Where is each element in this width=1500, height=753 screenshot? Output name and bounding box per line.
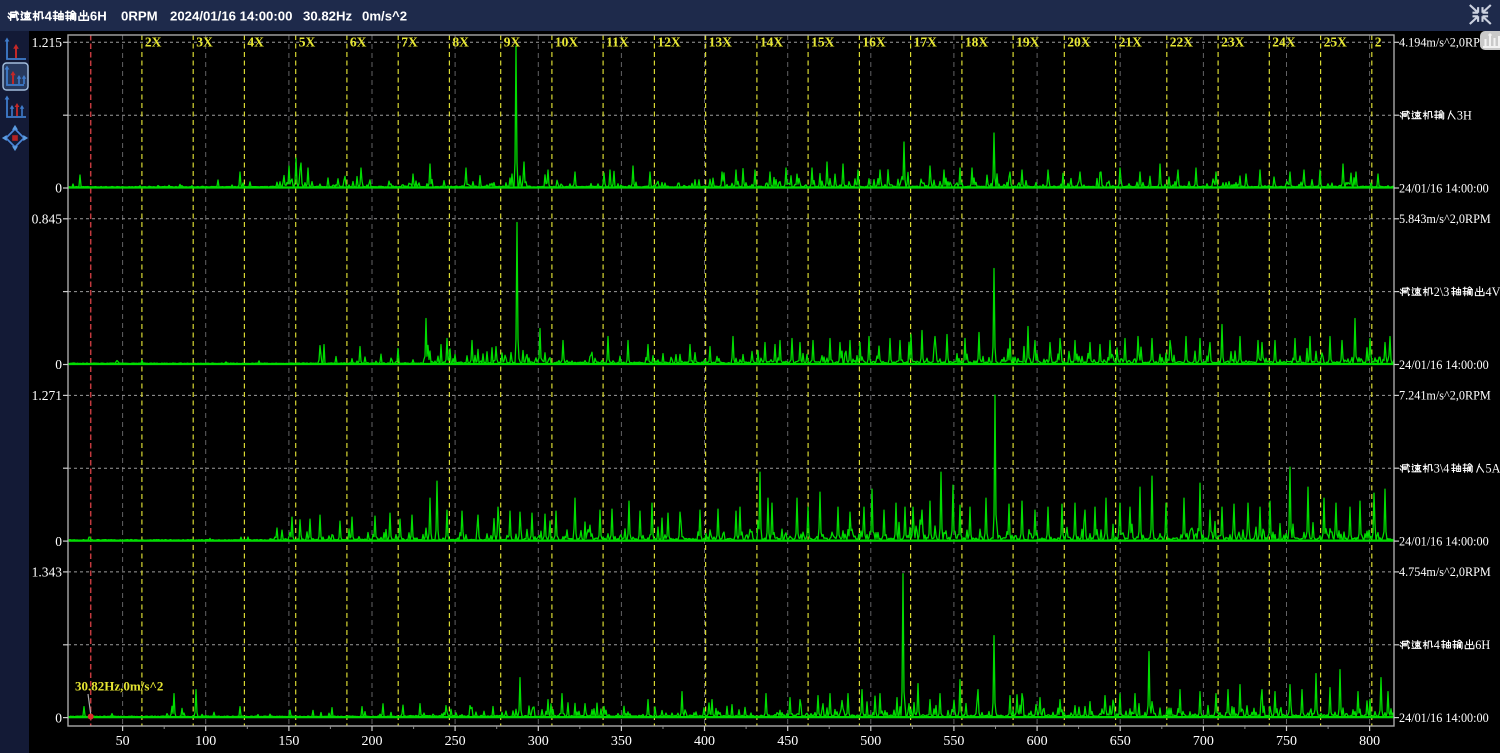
- svg-text:2X: 2X: [145, 35, 162, 50]
- svg-text:24/01/16 14:00:00: 24/01/16 14:00:00: [1399, 711, 1489, 725]
- svg-text:6H: 6H: [90, 9, 107, 24]
- svg-text:14X: 14X: [760, 35, 784, 50]
- svg-text:250: 250: [445, 734, 466, 749]
- svg-text:22X: 22X: [1170, 35, 1194, 50]
- svg-text:24/01/16 14:00:00: 24/01/16 14:00:00: [1399, 534, 1489, 548]
- svg-text:150: 150: [278, 734, 299, 749]
- svg-text:21X: 21X: [1119, 35, 1143, 50]
- svg-text:450: 450: [777, 734, 798, 749]
- svg-text:5.843m/s^2,0RPM: 5.843m/s^2,0RPM: [1399, 212, 1491, 226]
- svg-text:23X: 23X: [1221, 35, 1245, 50]
- svg-text:700: 700: [1193, 734, 1214, 749]
- svg-text:18X: 18X: [965, 35, 989, 50]
- svg-text:0RPM: 0RPM: [121, 9, 158, 24]
- svg-text:5X: 5X: [299, 35, 316, 50]
- svg-text:4.194m/s^2,0RPM: 4.194m/s^2,0RPM: [1399, 36, 1491, 50]
- svg-text:12X: 12X: [657, 35, 681, 50]
- svg-text:1.215: 1.215: [32, 35, 63, 50]
- svg-text:4: 4: [45, 9, 53, 24]
- svg-text:4.754m/s^2,0RPM: 4.754m/s^2,0RPM: [1399, 565, 1491, 579]
- svg-text:24X: 24X: [1272, 35, 1296, 50]
- svg-text:500: 500: [860, 734, 881, 749]
- svg-text:600: 600: [1027, 734, 1048, 749]
- svg-text:24/01/16 14:00:00: 24/01/16 14:00:00: [1399, 358, 1489, 372]
- svg-text:5A: 5A: [1486, 462, 1500, 476]
- svg-text:0.845: 0.845: [32, 212, 63, 227]
- svg-text:350: 350: [611, 734, 632, 749]
- svg-text:0m/s^2: 0m/s^2: [362, 9, 407, 24]
- svg-text:7X: 7X: [401, 35, 418, 50]
- svg-text:6X: 6X: [350, 35, 367, 50]
- svg-text:200: 200: [362, 734, 383, 749]
- svg-text:750: 750: [1276, 734, 1297, 749]
- svg-text:6H: 6H: [1475, 638, 1490, 652]
- svg-text:3\4: 3\4: [1434, 462, 1450, 476]
- svg-text:19X: 19X: [1016, 35, 1040, 50]
- svg-text:4V: 4V: [1486, 285, 1500, 299]
- svg-text:7.241m/s^2,0RPM: 7.241m/s^2,0RPM: [1399, 389, 1491, 403]
- svg-text:30.82Hz: 30.82Hz: [303, 9, 353, 24]
- svg-text:20X: 20X: [1067, 35, 1091, 50]
- svg-text:15X: 15X: [811, 35, 835, 50]
- svg-text:2: 2: [1375, 35, 1382, 50]
- svg-text:9X: 9X: [504, 35, 521, 50]
- svg-text:4X: 4X: [247, 35, 264, 50]
- svg-text:0: 0: [55, 181, 62, 196]
- svg-text:550: 550: [943, 734, 964, 749]
- svg-text:1.343: 1.343: [32, 565, 63, 580]
- svg-text:11X: 11X: [606, 35, 629, 50]
- svg-text:17X: 17X: [914, 35, 938, 50]
- svg-text:4: 4: [1434, 638, 1440, 652]
- svg-text:10X: 10X: [555, 35, 579, 50]
- svg-text:8X: 8X: [452, 35, 469, 50]
- svg-text:30.82Hz,0m/s^2: 30.82Hz,0m/s^2: [75, 679, 163, 694]
- svg-text:400: 400: [694, 734, 715, 749]
- svg-text:25X: 25X: [1324, 35, 1348, 50]
- svg-text:650: 650: [1110, 734, 1131, 749]
- svg-text:0: 0: [55, 357, 62, 372]
- svg-text:300: 300: [528, 734, 549, 749]
- svg-text:24/01/16 14:00:00: 24/01/16 14:00:00: [1399, 181, 1489, 195]
- svg-text:0: 0: [55, 710, 62, 725]
- svg-text:100: 100: [195, 734, 216, 749]
- svg-text:800: 800: [1359, 734, 1380, 749]
- svg-text:2\3: 2\3: [1434, 285, 1450, 299]
- svg-text:13X: 13X: [709, 35, 733, 50]
- svg-text:2024/01/16 14:00:00: 2024/01/16 14:00:00: [170, 9, 292, 24]
- svg-text:3X: 3X: [196, 35, 213, 50]
- svg-text:0: 0: [55, 534, 62, 549]
- svg-text:1.271: 1.271: [32, 388, 62, 403]
- svg-text:16X: 16X: [862, 35, 886, 50]
- svg-text:50: 50: [116, 734, 130, 749]
- svg-text:3H: 3H: [1457, 108, 1472, 122]
